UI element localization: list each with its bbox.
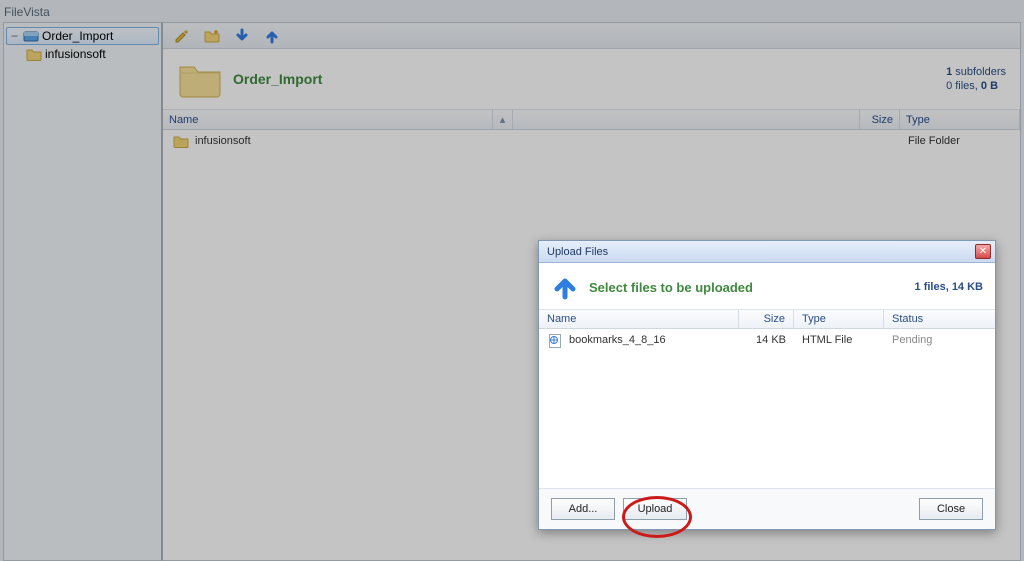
dialog-col-size[interactable]: Size bbox=[739, 310, 794, 328]
dialog-col-name[interactable]: Name bbox=[539, 310, 739, 328]
upload-button[interactable]: Upload bbox=[623, 498, 687, 520]
dialog-col-status[interactable]: Status bbox=[884, 310, 995, 328]
dialog-titlebar[interactable]: Upload Files ✕ bbox=[539, 241, 995, 263]
add-button[interactable]: Add... bbox=[551, 498, 615, 520]
html-file-icon bbox=[547, 333, 563, 347]
dialog-header: Select files to be uploaded 1 files, 14 … bbox=[539, 263, 995, 309]
dialog-file-row[interactable]: bookmarks_4_8_16 14 KB HTML File Pending bbox=[539, 329, 995, 351]
dialog-window-title: Upload Files bbox=[547, 246, 608, 258]
file-size: 14 KB bbox=[739, 329, 794, 351]
close-icon[interactable]: ✕ bbox=[975, 244, 991, 259]
dialog-col-type[interactable]: Type bbox=[794, 310, 884, 328]
dialog-grid-header: Name Size Type Status bbox=[539, 309, 995, 329]
file-type: HTML File bbox=[794, 329, 884, 351]
dialog-footer: Add... Upload Close bbox=[539, 488, 995, 529]
dialog-body: bookmarks_4_8_16 14 KB HTML File Pending bbox=[539, 329, 995, 488]
close-button[interactable]: Close bbox=[919, 498, 983, 520]
file-name: bookmarks_4_8_16 bbox=[569, 334, 666, 346]
upload-arrow-icon bbox=[551, 273, 579, 301]
dialog-title: Select files to be uploaded bbox=[589, 280, 753, 295]
file-status: Pending bbox=[884, 329, 995, 351]
dialog-stats: 1 files, 14 KB bbox=[915, 281, 983, 293]
upload-dialog: Upload Files ✕ Select files to be upload… bbox=[538, 240, 996, 530]
